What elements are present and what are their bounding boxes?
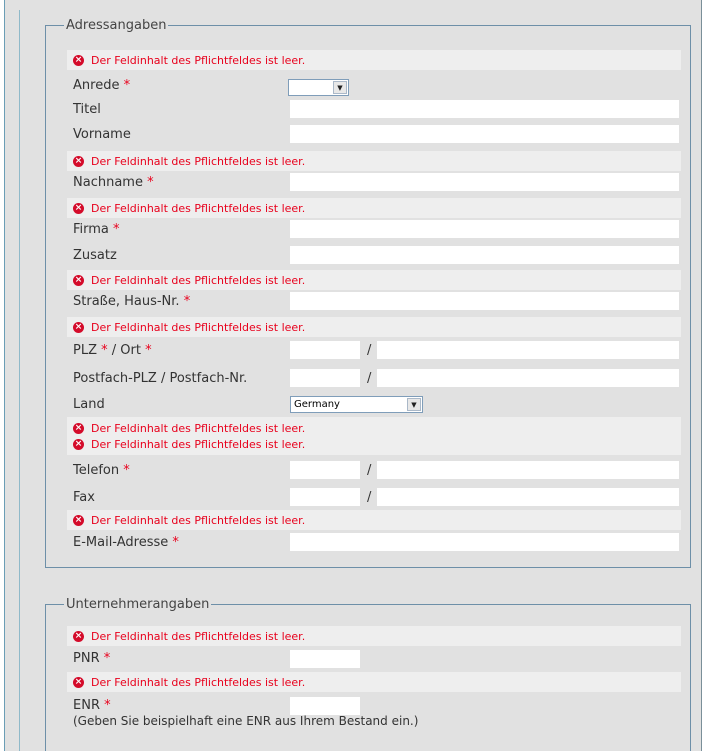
fax-vorwahl-input[interactable] — [290, 488, 360, 506]
enr-label: ENR * — [73, 698, 111, 713]
required-mark: * — [123, 78, 131, 93]
error-circle-x-icon: × — [73, 676, 84, 688]
error-circle-x-icon: × — [73, 438, 84, 450]
error-circle-x-icon: × — [73, 422, 84, 434]
error-circle-x-icon: × — [73, 630, 84, 642]
separator-slash: / — [367, 371, 372, 386]
postfach-label: Postfach-PLZ / Postfach-Nr. — [73, 371, 248, 386]
error-circle-x-icon: × — [73, 514, 84, 526]
pnr-label: PNR * — [73, 651, 110, 666]
error-message: × Der Feldinhalt des Pflichtfeldes ist l… — [67, 50, 681, 70]
separator-slash: / — [367, 463, 372, 478]
enr-input[interactable] — [290, 697, 360, 715]
vorname-label: Vorname — [73, 127, 131, 142]
pnr-label-text: PNR — [73, 651, 100, 666]
required-mark: * — [147, 175, 154, 190]
error-message: × Der Feldinhalt des Pflichtfeldes ist l… — [67, 270, 681, 290]
land-select-value: Germany — [294, 399, 340, 410]
error-message: × Der Feldinhalt des Pflichtfeldes ist l… — [73, 436, 305, 452]
land-select[interactable]: Germany ▼ — [290, 396, 423, 413]
postfach-plz-input[interactable] — [290, 369, 360, 387]
email-input[interactable] — [290, 533, 679, 551]
firma-input[interactable] — [290, 220, 679, 238]
error-message: × Der Feldinhalt des Pflichtfeldes ist l… — [67, 198, 681, 218]
error-message: × Der Feldinhalt des Pflichtfeldes ist l… — [73, 420, 305, 436]
error-text: Der Feldinhalt des Pflichtfeldes ist lee… — [91, 675, 306, 689]
error-text: Der Feldinhalt des Pflichtfeldes ist lee… — [91, 320, 306, 334]
firma-label: Firma * — [73, 222, 120, 237]
required-mark: * — [103, 651, 111, 666]
titel-label: Titel — [73, 102, 101, 117]
error-text: Der Feldinhalt des Pflichtfeldes ist lee… — [91, 53, 306, 67]
error-circle-x-icon: × — [73, 54, 84, 66]
form-panel: Adressangaben × Der Feldinhalt des Pflic… — [4, 0, 702, 751]
separator-slash: / — [367, 490, 372, 505]
required-mark: * — [172, 535, 179, 550]
plz-ort-label: PLZ * / Ort * — [73, 343, 152, 358]
fax-nummer-input[interactable] — [377, 488, 679, 506]
required-mark: * — [123, 463, 130, 478]
dropdown-arrow-icon[interactable]: ▼ — [407, 398, 421, 411]
strasse-input[interactable] — [290, 292, 679, 310]
pnr-input[interactable] — [290, 650, 360, 668]
enr-label-text: ENR — [73, 698, 100, 713]
titel-input[interactable] — [290, 100, 679, 118]
plz-input[interactable] — [290, 341, 360, 359]
error-message: × Der Feldinhalt des Pflichtfeldes ist l… — [67, 510, 681, 530]
error-text: Der Feldinhalt des Pflichtfeldes ist lee… — [91, 154, 306, 168]
error-message-group: × Der Feldinhalt des Pflichtfeldes ist l… — [67, 417, 681, 455]
zusatz-input[interactable] — [290, 246, 679, 264]
error-text: Der Feldinhalt des Pflichtfeldes ist lee… — [91, 201, 306, 215]
land-label: Land — [73, 397, 105, 412]
strasse-label-text: Straße, Haus-Nr. — [73, 294, 180, 309]
error-text: Der Feldinhalt des Pflichtfeldes ist lee… — [91, 437, 306, 451]
enr-hint: (Geben Sie beispielhaft eine ENR aus Ihr… — [73, 714, 419, 728]
error-text: Der Feldinhalt des Pflichtfeldes ist lee… — [91, 629, 306, 643]
email-label-text: E-Mail-Adresse — [73, 535, 169, 550]
nachname-input[interactable] — [290, 173, 679, 191]
error-message: × Der Feldinhalt des Pflichtfeldes ist l… — [67, 672, 681, 692]
nachname-label: Nachname * — [73, 175, 154, 190]
required-mark: * — [101, 343, 108, 358]
fax-label: Fax — [73, 490, 95, 505]
anrede-label: Anrede * — [73, 78, 130, 93]
required-mark: * — [104, 698, 111, 713]
error-text: Der Feldinhalt des Pflichtfeldes ist lee… — [91, 421, 306, 435]
plz-label-text: PLZ — [73, 343, 97, 358]
separator-slash: / — [367, 343, 372, 358]
postfach-nr-input[interactable] — [377, 369, 679, 387]
anrede-select[interactable]: ▼ — [288, 79, 349, 96]
nachname-label-text: Nachname — [73, 175, 143, 190]
required-mark: * — [183, 294, 191, 309]
anrede-label-text: Anrede — [73, 78, 120, 93]
zusatz-label: Zusatz — [73, 248, 117, 263]
firma-label-text: Firma — [73, 222, 109, 237]
vorname-input[interactable] — [290, 125, 679, 143]
required-mark: * — [145, 343, 152, 358]
panel-guide-line — [19, 10, 20, 751]
error-circle-x-icon: × — [73, 155, 84, 167]
telefon-nummer-input[interactable] — [377, 461, 679, 479]
address-legend: Adressangaben — [66, 18, 167, 33]
telefon-label: Telefon * — [73, 463, 130, 478]
error-text: Der Feldinhalt des Pflichtfeldes ist lee… — [91, 273, 306, 287]
error-circle-x-icon: × — [73, 321, 84, 333]
ort-label-text: / Ort — [111, 343, 141, 358]
required-mark: * — [113, 222, 120, 237]
ort-input[interactable] — [377, 341, 679, 359]
error-circle-x-icon: × — [73, 274, 84, 286]
telefon-vorwahl-input[interactable] — [290, 461, 360, 479]
strasse-label: Straße, Haus-Nr. * — [73, 294, 190, 309]
error-message: × Der Feldinhalt des Pflichtfeldes ist l… — [67, 317, 681, 337]
company-legend: Unternehmerangaben — [66, 597, 210, 612]
dropdown-arrow-icon[interactable]: ▼ — [333, 81, 347, 94]
error-message: × Der Feldinhalt des Pflichtfeldes ist l… — [67, 151, 681, 171]
telefon-label-text: Telefon — [73, 463, 120, 478]
error-message: × Der Feldinhalt des Pflichtfeldes ist l… — [67, 626, 681, 646]
error-circle-x-icon: × — [73, 202, 84, 214]
email-label: E-Mail-Adresse * — [73, 535, 179, 550]
error-text: Der Feldinhalt des Pflichtfeldes ist lee… — [91, 513, 306, 527]
